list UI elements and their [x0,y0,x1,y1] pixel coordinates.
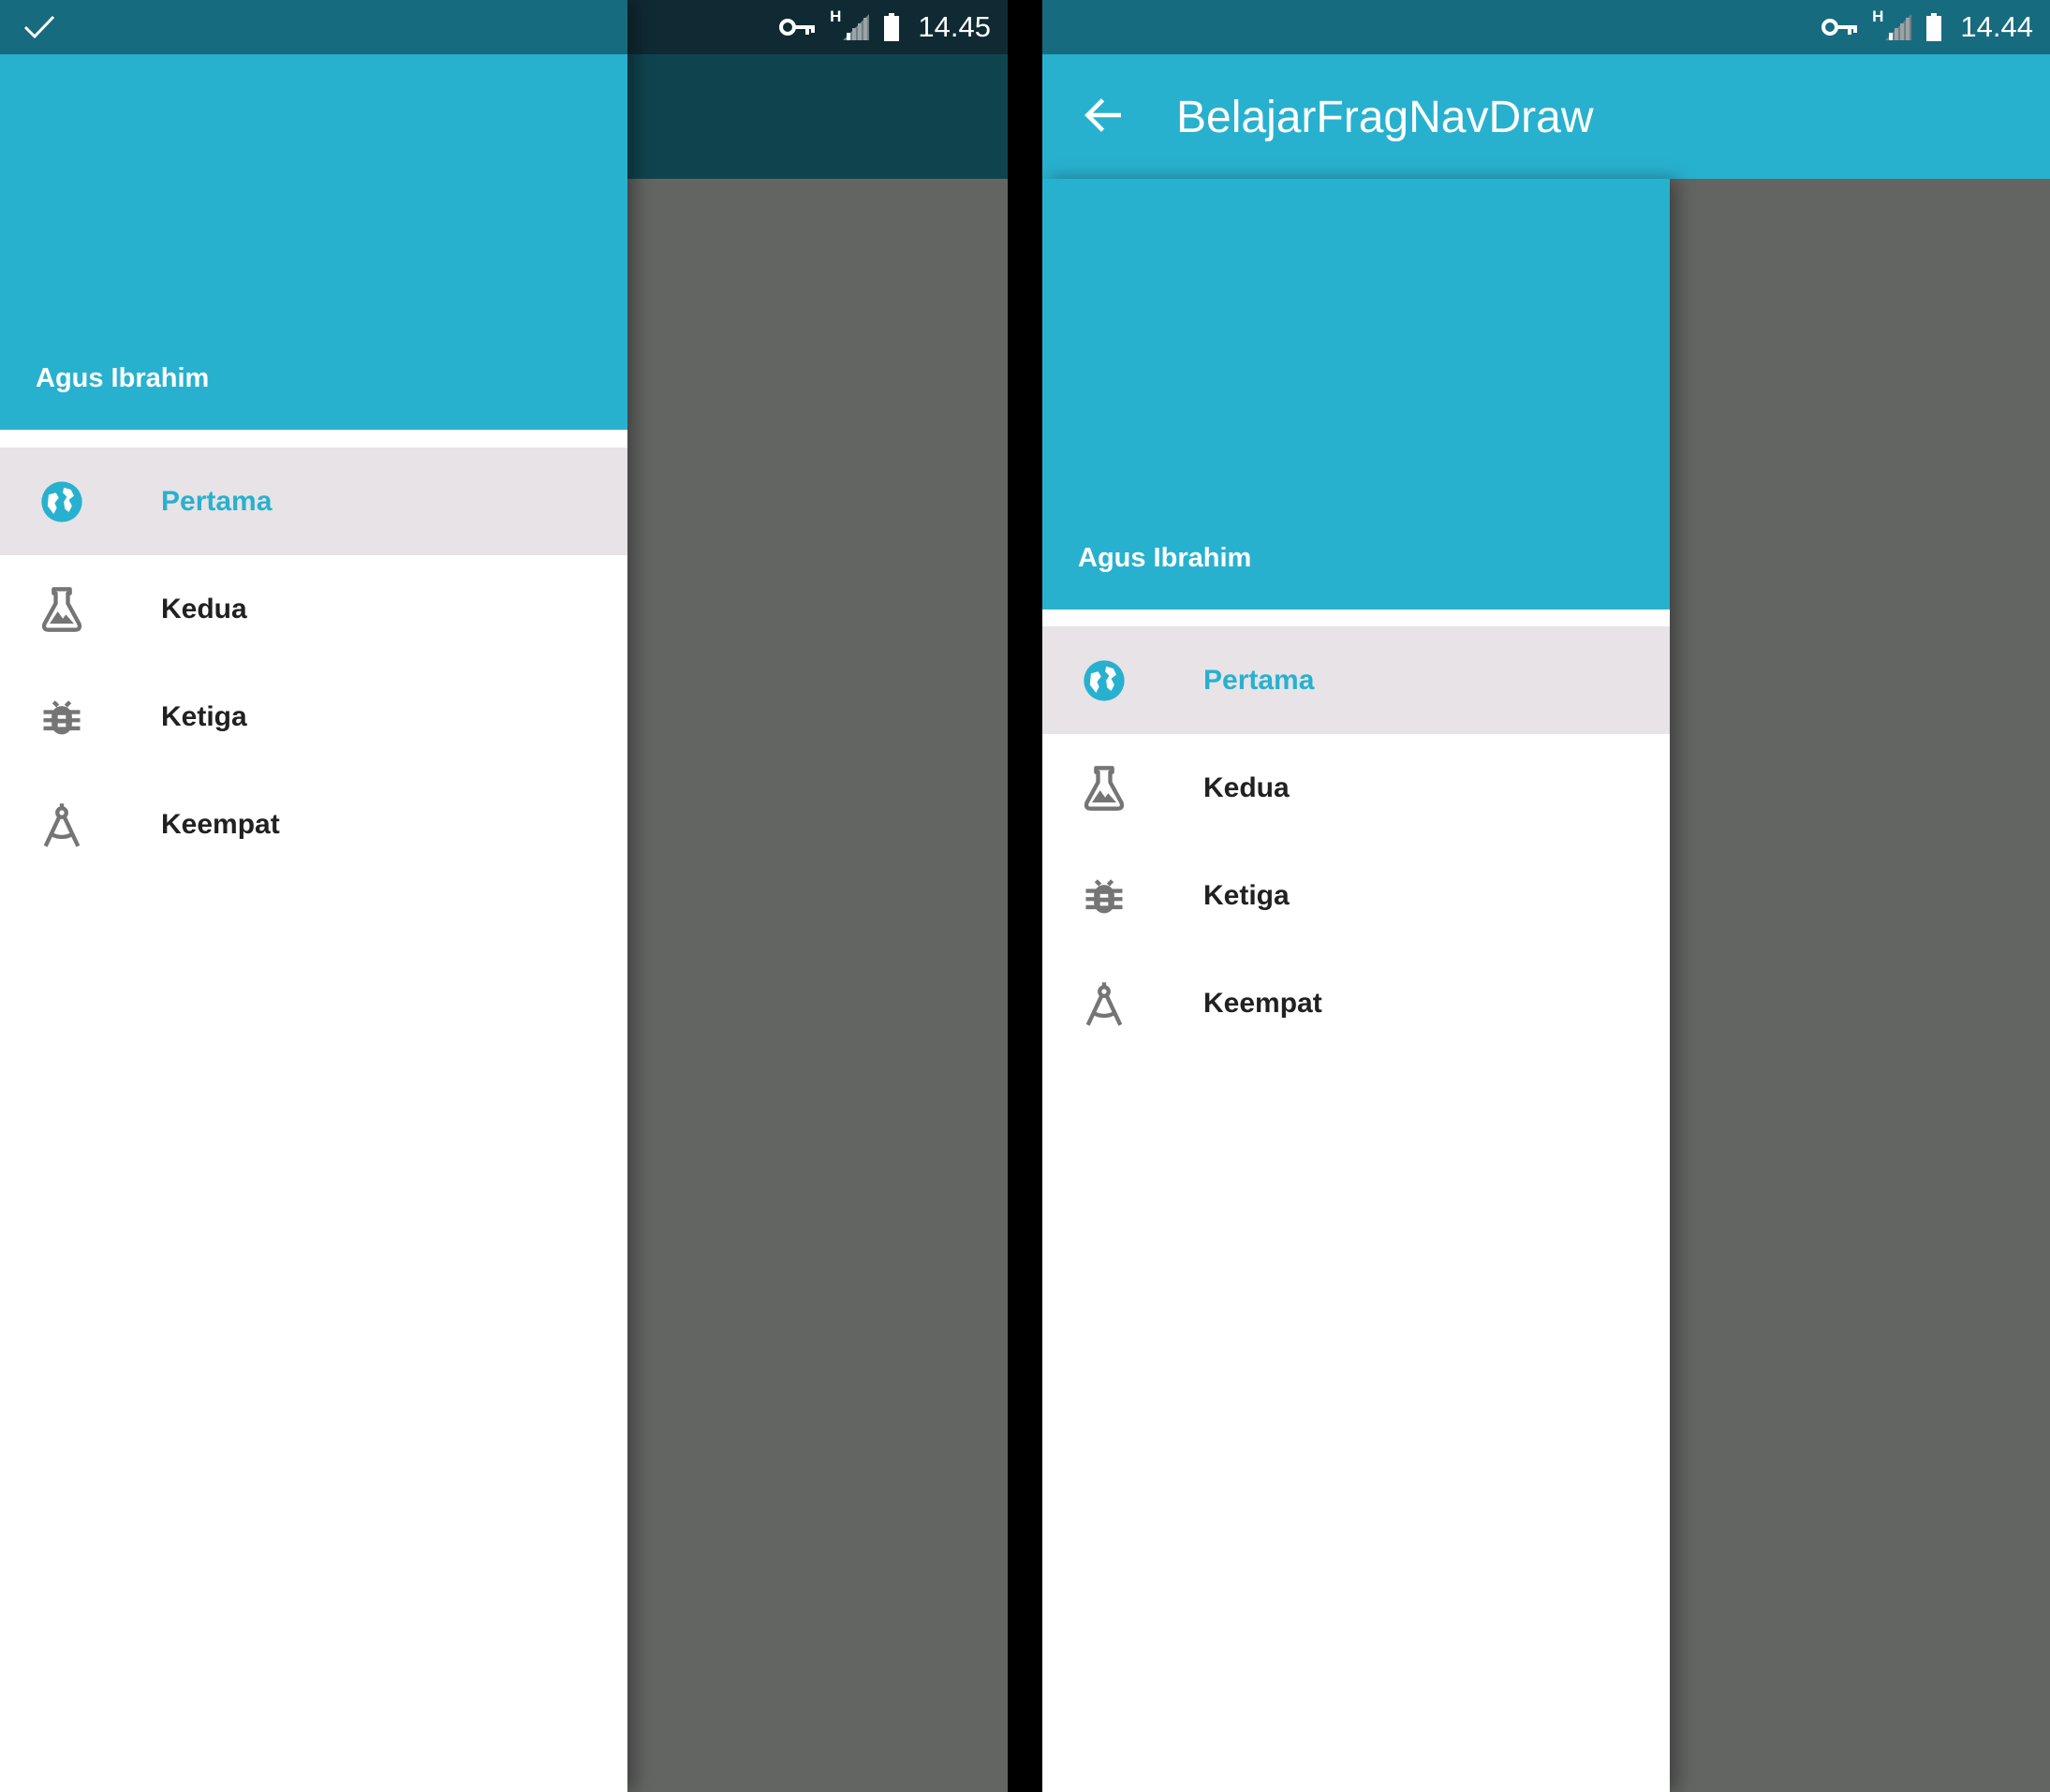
bug-icon [37,693,86,742]
back-arrow-icon[interactable] [1080,92,1127,139]
header-user-name: Agus Ibrahim [1078,543,1252,573]
globe-icon [1080,656,1128,705]
navigation-drawer: Agus Ibrahim Pertama Kedua Ketiga Keempa… [1042,179,1670,1792]
menu-item-label: Keempat [1203,987,1322,1019]
menu-item-pertama[interactable]: Pertama [1042,626,1670,734]
battery-icon [1926,13,1941,41]
status-icons: H 14.45 [779,0,991,54]
menu-item-keempat[interactable]: Keempat [1042,949,1670,1057]
menu-item-kedua[interactable]: Kedua [1042,734,1670,842]
menu-item-label: Pertama [1203,664,1315,696]
signal-icon [1883,12,1913,42]
battery-icon [884,13,899,41]
toolbar-title: BelajarFragNavDraw [1176,93,1594,142]
menu-item-label: Pertama [161,485,273,517]
menu-item-kedua[interactable]: Kedua [0,555,627,663]
status-clock: 14.45 [918,10,991,43]
signal-icon [841,12,871,42]
menu-item-label: Ketiga [161,700,247,732]
menu-item-pertama[interactable]: Pertama [0,448,627,555]
status-clock: 14.44 [1960,10,2033,43]
screen-right: H 14.44 BelajarFragNavDraw Agus Ibrahim … [1042,0,2050,1792]
header-user-name: Agus Ibrahim [36,363,210,393]
menu-item-label: Kedua [161,593,247,624]
network-type-label: H [1872,7,1884,25]
bug-icon [1080,872,1128,920]
status-icons: H 14.44 [1821,0,2033,54]
drawer-status-area [0,0,627,54]
menu-item-ketiga[interactable]: Ketiga [0,663,627,771]
menu-item-ketiga[interactable]: Ketiga [1042,842,1670,949]
menu-item-label: Ketiga [1203,879,1290,911]
check-icon [23,15,55,39]
globe-icon [37,477,86,526]
vpn-key-icon [779,16,817,38]
compass-icon [37,801,86,849]
flask-icon [1080,764,1128,813]
menu-item-label: Keempat [161,808,280,840]
compass-icon [1080,979,1128,1028]
status-bar: H 14.44 [1042,0,2050,54]
navigation-drawer: Agus Ibrahim Pertama Kedua Ketiga Keempa… [0,0,627,1792]
menu-item-label: Kedua [1203,771,1290,803]
drawer-header: Agus Ibrahim [0,54,627,430]
vpn-key-icon [1821,16,1859,38]
menu-item-keempat[interactable]: Keempat [0,771,627,878]
screen-left: H 14.45 Agus Ibrahim Pertama Kedua Ketig… [0,0,1008,1792]
drawer-header: Agus Ibrahim [1042,179,1670,610]
drawer-menu: Pertama Kedua Ketiga Keempat [1042,626,1670,1057]
flask-icon [37,585,86,634]
drawer-menu: Pertama Kedua Ketiga Keempat [0,448,627,878]
app-toolbar: BelajarFragNavDraw [1042,54,2050,179]
network-type-label: H [830,7,842,25]
